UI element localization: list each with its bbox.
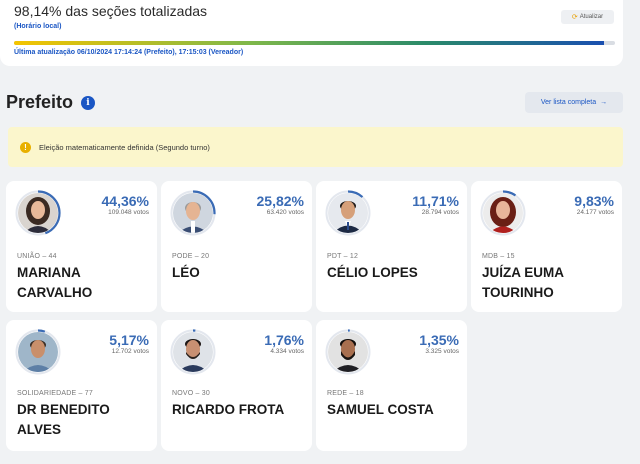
vote-percent: 11,71%: [412, 193, 459, 209]
candidate-card[interactable]: 11,71% 28.794 votos PDT – 12 CÉLIO LOPES: [316, 181, 467, 312]
totalization-progress-bar: [14, 41, 615, 45]
party-number: MDB – 15: [482, 253, 515, 260]
totalization-percent: 98,14% das seções totalizadas: [14, 3, 208, 19]
last-updated: Última atualização 06/10/2024 17:14:24 (…: [14, 49, 244, 56]
vote-count: 109.048 votos: [108, 209, 149, 216]
candidate-card[interactable]: 25,82% 63.420 votos PODE – 20 LÉO: [161, 181, 312, 312]
section-title: Prefeito: [6, 92, 74, 112]
refresh-label: Atualizar: [579, 14, 604, 20]
candidate-card[interactable]: 1,35% 3.325 votos REDE – 18 SAMUEL COSTA: [316, 320, 467, 451]
avatar: [328, 193, 368, 233]
candidate-photo: [324, 328, 372, 376]
candidate-card[interactable]: 9,83% 24.177 votos MDB – 15 JUÍZA EUMA TOUR…: [471, 181, 622, 312]
candidate-photo: [14, 189, 62, 237]
candidate-photo: [324, 189, 372, 237]
candidate-card[interactable]: 44,36% 109.048 votos UNIÃO – 44 MARIANA CAR…: [6, 181, 157, 312]
party-number: PODE – 20: [172, 253, 210, 260]
vote-percent: 1,76%: [264, 332, 304, 348]
vote-percent: 9,83%: [574, 193, 614, 209]
party-number: REDE – 18: [327, 390, 364, 397]
candidate-photo: [479, 189, 527, 237]
candidate-photo: [14, 328, 62, 376]
avatar: [328, 332, 368, 372]
party-number: NOVO – 30: [172, 390, 210, 397]
avatar: [18, 332, 58, 372]
vote-percent: 25,82%: [256, 193, 304, 209]
avatar: [483, 193, 523, 233]
vote-percent: 44,36%: [101, 193, 149, 209]
avatar: [173, 332, 213, 372]
candidate-card[interactable]: 1,76% 4.334 votos NOVO – 30 RICARDO FROTA: [161, 320, 312, 451]
full-list-label: Ver lista completa: [540, 99, 597, 106]
vote-count: 24.177 votos: [576, 209, 614, 216]
party-number: SOLIDARIEDADE – 77: [17, 390, 93, 397]
candidate-name: MARIANA CARVALHO: [17, 265, 93, 300]
candidate-name: DR BENEDITO ALVES: [17, 402, 110, 437]
arrow-right-icon: →: [600, 99, 608, 106]
vote-count: 63.420 votos: [266, 209, 304, 216]
full-list-button[interactable]: Ver lista completa →: [525, 92, 623, 113]
vote-percent: 1,35%: [419, 332, 459, 348]
candidate-photo: [169, 328, 217, 376]
vote-count: 4.334 votos: [270, 348, 304, 355]
candidate-name: SAMUEL COSTA: [327, 402, 434, 417]
candidate-name: JUÍZA EUMA TOURINHO: [482, 265, 564, 300]
avatar: [18, 193, 58, 233]
refresh-button[interactable]: ⟳ Atualizar: [561, 10, 614, 24]
party-number: UNIÃO – 44: [17, 253, 57, 260]
party-number: PDT – 12: [327, 253, 359, 260]
vote-count: 28.794 votos: [421, 209, 459, 216]
candidate-name: LÉO: [172, 265, 200, 280]
vote-percent: 5,17%: [109, 332, 149, 348]
progress-fill: [14, 41, 604, 45]
avatar: [173, 193, 213, 233]
info-icon[interactable]: i: [81, 96, 95, 110]
candidate-name: CÉLIO LOPES: [327, 265, 418, 280]
vote-count: 12.702 votos: [111, 348, 149, 355]
candidate-card[interactable]: 5,17% 12.702 votos SOLIDARIEDADE – 77 DR BE…: [6, 320, 157, 451]
candidate-photo: [169, 189, 217, 237]
refresh-icon: ⟳: [571, 14, 578, 21]
vote-count: 3.325 votos: [425, 348, 459, 355]
election-defined-alert: ! Eleição matematicamente definida (Segu…: [8, 127, 623, 167]
candidate-name: RICARDO FROTA: [172, 402, 285, 417]
warning-icon: !: [20, 141, 31, 153]
alert-text: Eleição matematicamente definida (Segund…: [39, 142, 210, 152]
totalization-status-card: 98,14% das seções totalizadas (Horário l…: [0, 0, 623, 66]
local-time-note: (Horário local): [14, 23, 62, 30]
